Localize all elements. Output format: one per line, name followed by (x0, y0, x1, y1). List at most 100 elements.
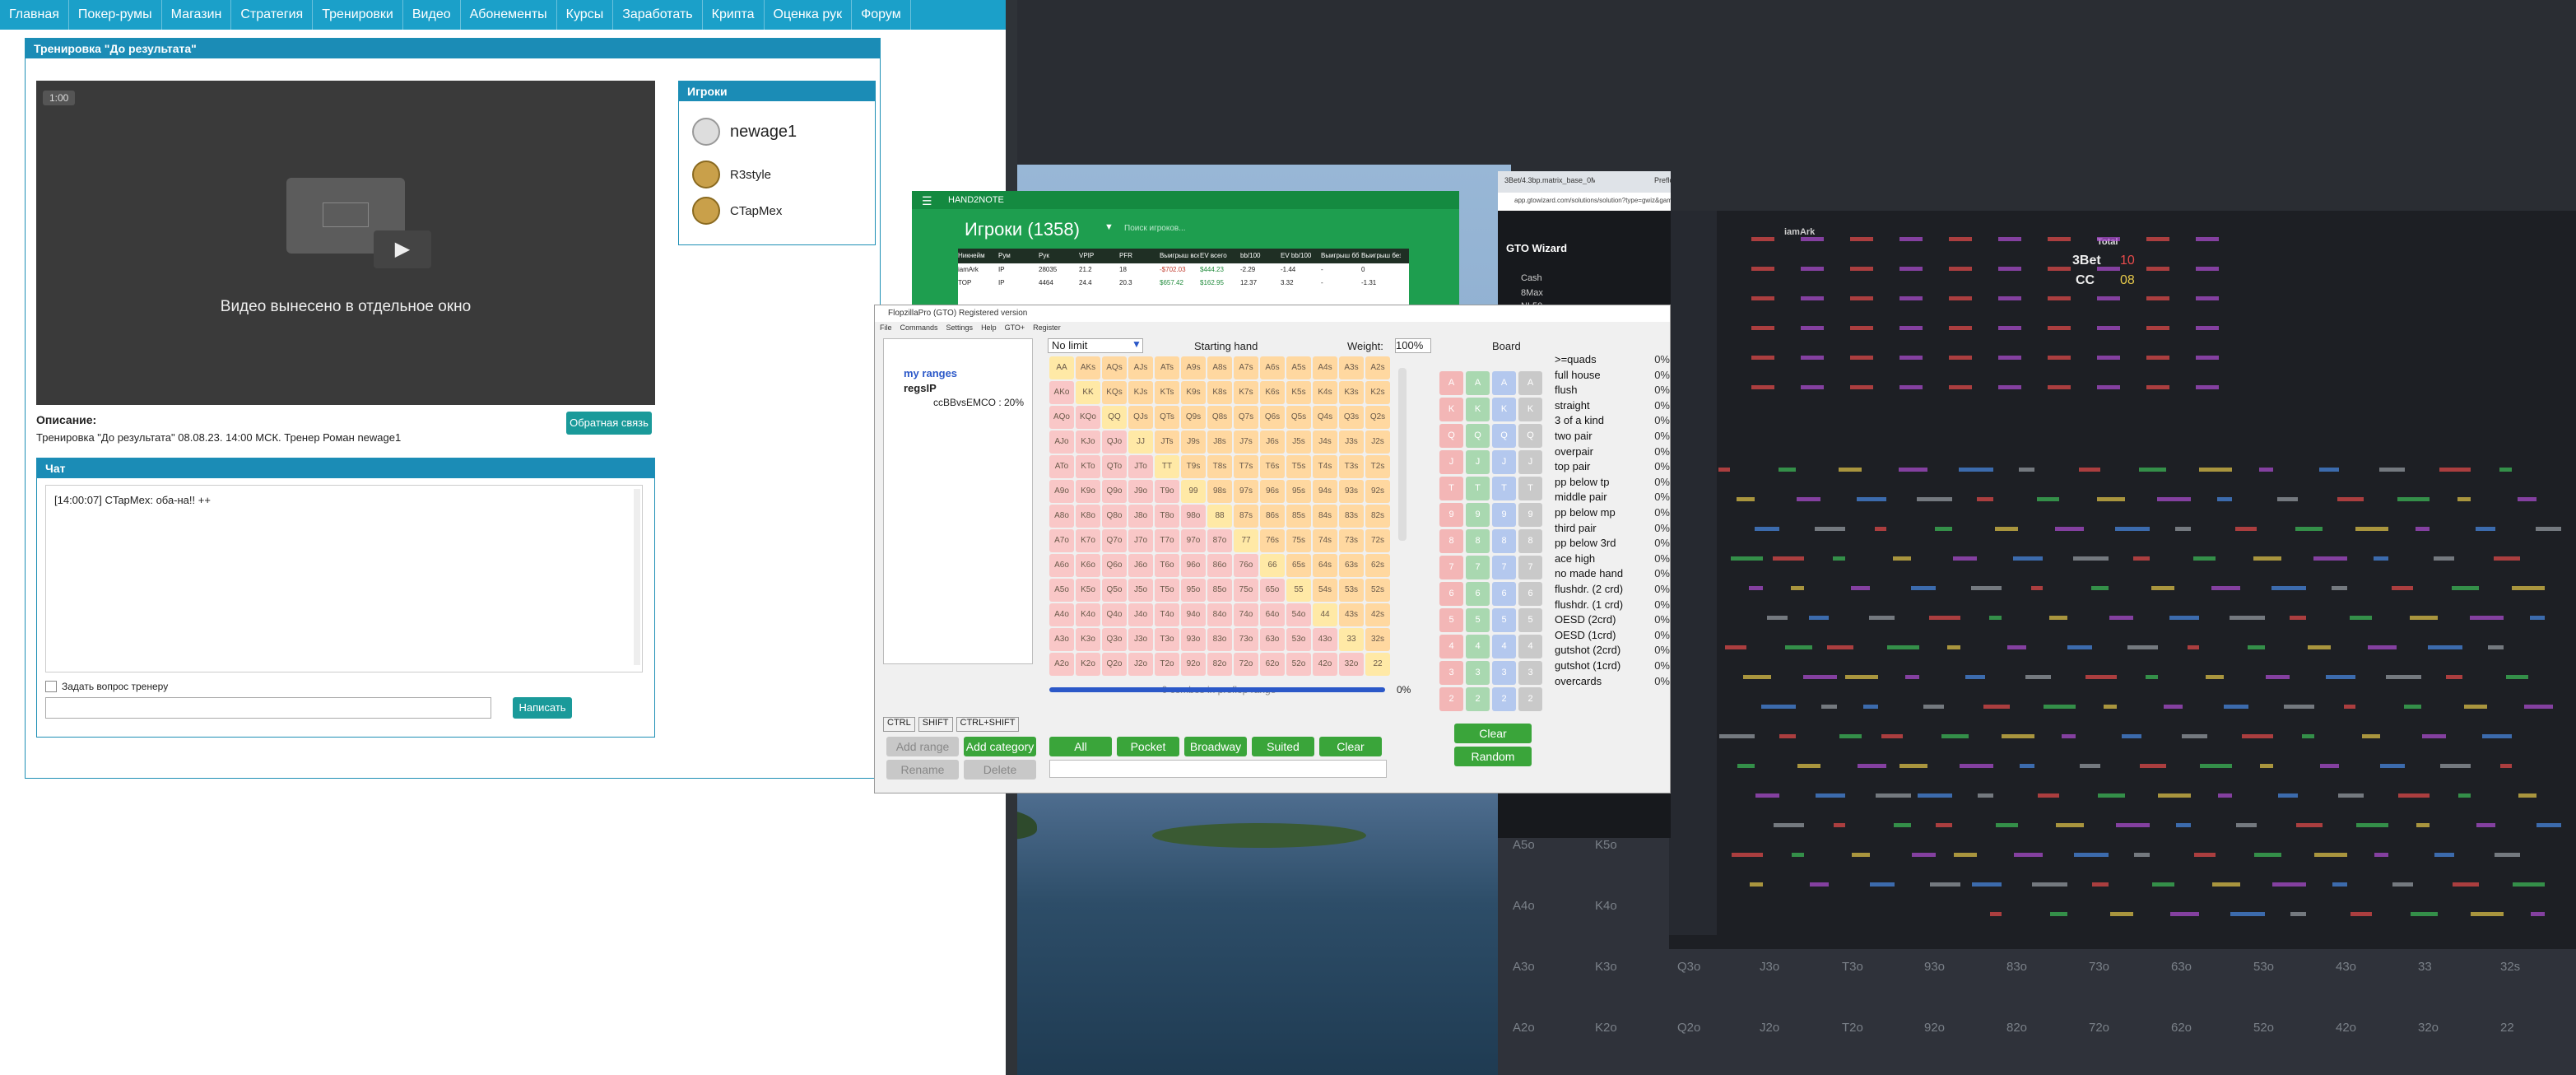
board-card[interactable]: J (1492, 450, 1516, 474)
hand-cell[interactable]: J7s (1234, 430, 1258, 454)
board-card[interactable]: 2 (1518, 687, 1542, 711)
delete-button[interactable]: Delete (964, 760, 1036, 779)
hand-cell[interactable]: 42s (1365, 603, 1390, 626)
hand-cell[interactable]: Q8o (1102, 505, 1127, 528)
hand-cell[interactable]: 93s (1339, 480, 1364, 503)
hand-cell[interactable]: K8o (1076, 505, 1100, 528)
range-tree-item[interactable]: ccBBvsEMCO : 20% (933, 397, 1024, 408)
hand-cell[interactable]: 76o (1234, 554, 1258, 577)
hand-cell[interactable]: T6s (1260, 455, 1285, 478)
hand-category-row[interactable]: flushdr. (2 crd) 0% (1555, 583, 1670, 598)
add-category-button[interactable]: Add category (964, 737, 1036, 756)
hand-cell[interactable]: KQo (1076, 406, 1100, 429)
hand-category-row[interactable]: pp below mp 0% (1555, 506, 1670, 521)
board-card[interactable]: 8 (1439, 529, 1463, 553)
hand-cell[interactable]: A8o (1049, 505, 1074, 528)
hand-cell[interactable]: 84s (1313, 505, 1337, 528)
board-card[interactable]: 2 (1492, 687, 1516, 711)
hand-cell[interactable]: 88 (1207, 505, 1232, 528)
board-card[interactable]: 4 (1466, 635, 1490, 658)
hand-cell[interactable]: 65s (1286, 554, 1311, 577)
board-card[interactable]: A (1439, 371, 1463, 395)
hand-category-row[interactable]: >=quads 0% (1555, 353, 1670, 368)
board-card[interactable]: 3 (1518, 661, 1542, 685)
table-header-cell[interactable]: Выигрыш бб (1321, 252, 1360, 259)
hand-cell[interactable]: T6o (1155, 554, 1179, 577)
hand-cell[interactable]: AJs (1128, 356, 1153, 379)
hand-category-row[interactable]: flushdr. (1 crd) 0% (1555, 598, 1670, 613)
add-range-button[interactable]: Add range (886, 737, 959, 756)
hand-cell[interactable]: 85o (1207, 579, 1232, 602)
hand-cell[interactable]: K2s (1365, 381, 1390, 404)
hand-cell[interactable]: J3s (1339, 430, 1364, 454)
hand-cell[interactable]: 97s (1234, 480, 1258, 503)
hand-cell[interactable]: A8s (1207, 356, 1232, 379)
hand-cell[interactable]: J9s (1181, 430, 1206, 454)
hand-cell[interactable]: J7o (1128, 529, 1153, 552)
hand-cell[interactable]: 54s (1313, 579, 1337, 602)
hand-category-row[interactable]: two pair 0% (1555, 430, 1670, 444)
hand-cell[interactable]: K5o (1076, 579, 1100, 602)
hand-cell[interactable]: 85s (1286, 505, 1311, 528)
board-card[interactable]: 5 (1439, 608, 1463, 632)
hand-category-row[interactable]: middle pair 0% (1555, 491, 1670, 505)
board-card[interactable]: 7 (1492, 556, 1516, 579)
send-button[interactable]: Написать (513, 697, 572, 719)
hand-cell[interactable]: 77 (1234, 529, 1258, 552)
nav-item-courses[interactable]: Курсы (557, 0, 614, 30)
hand-cell[interactable]: T7s (1234, 455, 1258, 478)
board-card[interactable]: 2 (1439, 687, 1463, 711)
hand-cell[interactable]: T8o (1155, 505, 1179, 528)
clear-board-button[interactable]: Clear (1454, 724, 1532, 743)
hand-cell[interactable]: T5s (1286, 455, 1311, 478)
hand-category-row[interactable]: gutshot (1crd) 0% (1555, 659, 1670, 674)
hand-cell[interactable]: K7o (1076, 529, 1100, 552)
board-card[interactable]: 6 (1439, 582, 1463, 606)
hand-cell[interactable]: AQs (1102, 356, 1127, 379)
hand-cell[interactable]: 98s (1207, 480, 1232, 503)
hand-cell[interactable]: A9o (1049, 480, 1074, 503)
nav-item-trainings[interactable]: Тренировки (313, 0, 403, 30)
hand-cell[interactable]: K6o (1076, 554, 1100, 577)
table-header-cell[interactable]: bb/100 (1240, 252, 1280, 259)
player-item[interactable]: CTapMex (692, 197, 782, 225)
hand-cell[interactable]: 53o (1286, 628, 1311, 651)
board-card[interactable]: 3 (1466, 661, 1490, 685)
hand-cell[interactable]: J2o (1128, 653, 1153, 676)
hand-cell[interactable]: 73o (1234, 628, 1258, 651)
hand-cell[interactable]: T7o (1155, 529, 1179, 552)
menu-item[interactable]: GTO+ (1005, 323, 1025, 337)
board-card[interactable]: 6 (1466, 582, 1490, 606)
menu-item[interactable]: Commands (900, 323, 938, 337)
hand-cell[interactable]: 33 (1339, 628, 1364, 651)
nav-item-shop[interactable]: Магазин (162, 0, 232, 30)
table-header-cell[interactable]: PFR (1119, 252, 1159, 259)
hand-cell[interactable]: J2s (1365, 430, 1390, 454)
hand-cell[interactable]: A3o (1049, 628, 1074, 651)
hand-cell[interactable]: A2o (1049, 653, 1074, 676)
hand-cell[interactable]: Q5o (1102, 579, 1127, 602)
nav-item-earn[interactable]: Заработать (613, 0, 703, 30)
hand-cell[interactable]: Q2s (1365, 406, 1390, 429)
chat-scrollbar[interactable] (634, 489, 640, 665)
hand-cell[interactable]: 64o (1260, 603, 1285, 626)
hand-cell[interactable]: 52s (1365, 579, 1390, 602)
random-board-button[interactable]: Random (1454, 747, 1532, 766)
hand-cell[interactable]: 42o (1313, 653, 1337, 676)
table-header-cell[interactable]: Рук (1039, 252, 1078, 259)
video-player[interactable]: 1:00 ▶ Видео вынесено в отдельное окно (36, 81, 655, 405)
board-card[interactable]: K (1518, 398, 1542, 421)
hand-cell[interactable]: J5s (1286, 430, 1311, 454)
range-tree-item[interactable]: regsIP (904, 382, 937, 394)
board-card[interactable]: Q (1518, 424, 1542, 448)
hand-cell[interactable]: 54o (1286, 603, 1311, 626)
hand-cell[interactable]: KTo (1076, 455, 1100, 478)
ask-trainer-checkbox[interactable] (45, 681, 57, 692)
browser-tab[interactable]: Preflop - Solutions - GTO Wizard (1654, 176, 1671, 184)
hand-cell[interactable]: AQo (1049, 406, 1074, 429)
nav-item-poker-rooms[interactable]: Покер-румы (69, 0, 162, 30)
nav-item-subscriptions[interactable]: Абонементы (461, 0, 557, 30)
board-card[interactable]: 9 (1466, 503, 1490, 527)
hand-cell[interactable]: 83o (1207, 628, 1232, 651)
hand-cell[interactable]: J4s (1313, 430, 1337, 454)
